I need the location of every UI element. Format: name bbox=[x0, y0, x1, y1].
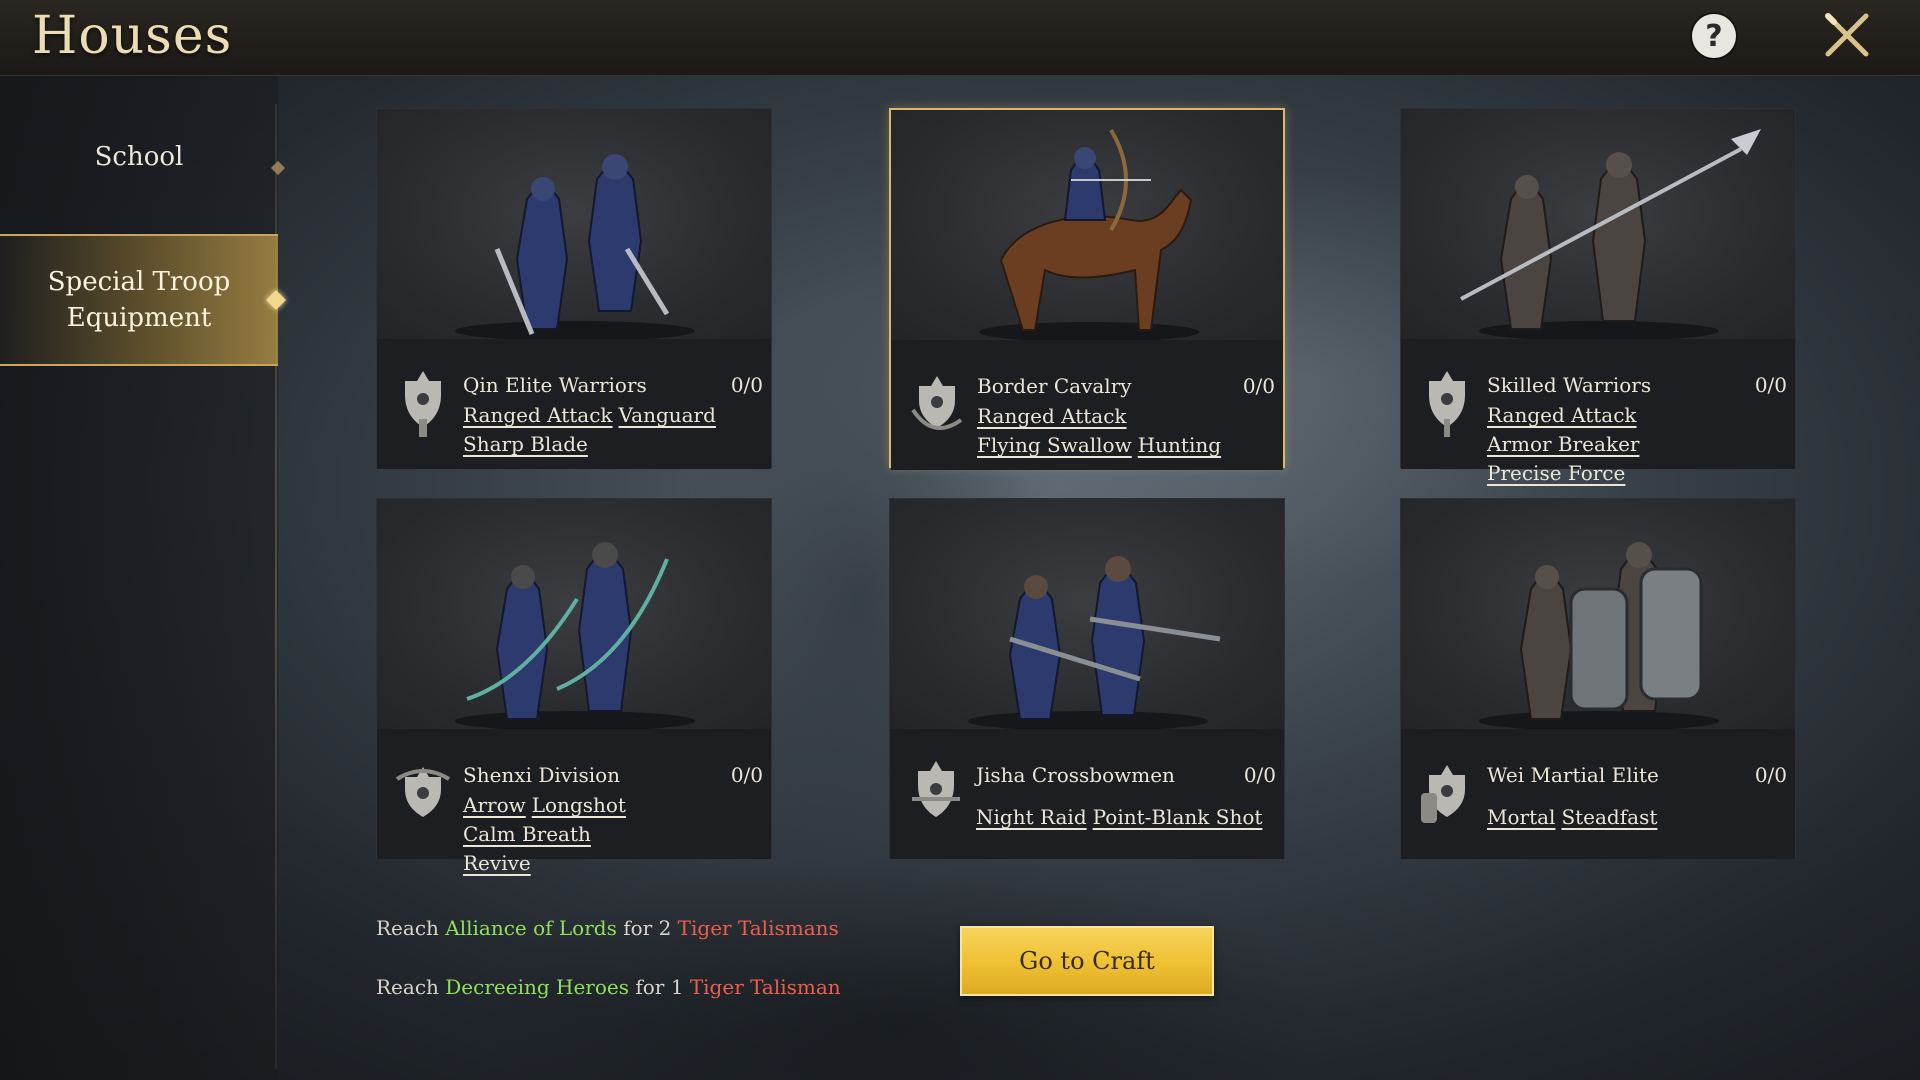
page-title: Houses bbox=[32, 6, 233, 66]
troop-count: 0/0 bbox=[730, 763, 763, 787]
go-to-craft-button[interactable]: Go to Craft bbox=[960, 926, 1214, 996]
trait-tag[interactable]: Ranged Attack bbox=[1487, 401, 1637, 430]
troop-info: Border Cavalry 0/0 Ranged Attack Flying S… bbox=[891, 340, 1283, 470]
reward-target: Decreeing Heroes bbox=[445, 975, 629, 999]
sidebar bbox=[0, 76, 278, 1080]
trait-list: Arrow LongshotCalm Breath Revive bbox=[463, 791, 763, 878]
trait-tag[interactable]: Night Raid bbox=[976, 803, 1087, 832]
trait-tag[interactable]: Calm Breath bbox=[463, 820, 591, 849]
trait-tag[interactable]: Steadfast bbox=[1561, 803, 1657, 832]
troop-card-qin-elite-warriors[interactable]: Qin Elite Warriors 0/0 Ranged Attack Vang… bbox=[376, 108, 772, 469]
reward-item: Tiger Talismans bbox=[677, 916, 839, 940]
reward-line: Reach Alliance of Lords for 2 Tiger Tali… bbox=[376, 916, 839, 940]
troop-info: Jisha Crossbowmen 0/0 Night Raid Point-Bl… bbox=[890, 729, 1284, 859]
reward-prefix: Reach bbox=[376, 975, 439, 999]
trait-tag[interactable]: Ranged Attack bbox=[463, 401, 613, 430]
troop-name: Border Cavalry bbox=[977, 374, 1132, 398]
header-bar: Houses ? bbox=[0, 0, 1920, 76]
troop-info: Shenxi Division 0/0 Arrow LongshotCalm Br… bbox=[377, 729, 771, 875]
help-icon[interactable]: ? bbox=[1692, 14, 1736, 58]
troop-type-emblem-icon bbox=[1429, 371, 1465, 437]
troop-type-emblem-icon bbox=[911, 376, 963, 430]
trait-tag[interactable]: Mortal bbox=[1487, 803, 1555, 832]
sidebar-item-school[interactable]: School bbox=[0, 122, 278, 192]
trait-tag[interactable]: Point-Blank Shot bbox=[1093, 803, 1263, 832]
trait-list: Mortal Steadfast bbox=[1487, 803, 1787, 832]
troop-card-border-cavalry[interactable]: Border Cavalry 0/0 Ranged Attack Flying S… bbox=[889, 108, 1285, 470]
troop-type-emblem-icon bbox=[1421, 765, 1465, 823]
troop-portrait bbox=[890, 499, 1284, 729]
troop-info: Qin Elite Warriors 0/0 Ranged Attack Vang… bbox=[377, 339, 771, 469]
troop-count: 0/0 bbox=[1242, 374, 1275, 398]
troop-type-emblem-icon bbox=[405, 371, 441, 437]
trait-tag[interactable]: Longshot bbox=[532, 791, 626, 820]
troop-name: Skilled Warriors bbox=[1487, 373, 1652, 397]
trait-tag[interactable]: Precise Force bbox=[1487, 459, 1625, 488]
troop-portrait bbox=[377, 109, 771, 339]
trait-tag[interactable]: Vanguard bbox=[619, 401, 716, 430]
troop-name: Wei Martial Elite bbox=[1487, 763, 1659, 787]
craft-button-label: Go to Craft bbox=[1019, 947, 1155, 975]
troop-count: 0/0 bbox=[730, 373, 763, 397]
troop-card-wei-martial-elite[interactable]: Wei Martial Elite 0/0 Mortal Steadfast bbox=[1400, 498, 1796, 859]
trait-list: Ranged Attack Flying Swallow Hunting bbox=[977, 402, 1277, 460]
troop-name: Jisha Crossbowmen bbox=[976, 763, 1175, 787]
troop-count: 0/0 bbox=[1754, 763, 1787, 787]
trait-tag[interactable]: Revive bbox=[463, 849, 531, 878]
trait-tag[interactable]: Hunting bbox=[1138, 431, 1221, 460]
reward-prefix: Reach bbox=[376, 916, 439, 940]
troop-card-jisha-crossbowmen[interactable]: Jisha Crossbowmen 0/0 Night Raid Point-Bl… bbox=[889, 498, 1285, 859]
troop-name: Shenxi Division bbox=[463, 763, 621, 787]
troop-count: 0/0 bbox=[1754, 373, 1787, 397]
troop-type-emblem-icon bbox=[395, 767, 451, 817]
troop-card-shenxi-division[interactable]: Shenxi Division 0/0 Arrow LongshotCalm Br… bbox=[376, 498, 772, 875]
troop-count: 0/0 bbox=[1243, 763, 1276, 787]
trait-tag[interactable]: Flying Swallow bbox=[977, 431, 1132, 460]
troop-type-emblem-icon bbox=[912, 761, 960, 817]
trait-list: Ranged Attack Vanguard Sharp Blade bbox=[463, 401, 763, 459]
troop-info: Wei Martial Elite 0/0 Mortal Steadfast bbox=[1401, 729, 1795, 859]
troop-portrait bbox=[1401, 109, 1795, 339]
trait-tag[interactable]: Ranged Attack bbox=[977, 402, 1127, 431]
reward-item: Tiger Talisman bbox=[689, 975, 841, 999]
reward-target: Alliance of Lords bbox=[445, 916, 617, 940]
trait-tag[interactable]: Arrow bbox=[463, 791, 526, 820]
troop-name: Qin Elite Warriors bbox=[463, 373, 647, 397]
troop-portrait bbox=[891, 110, 1283, 340]
sidebar-item-label: School bbox=[94, 142, 184, 172]
troop-card-skilled-warriors[interactable]: Skilled Warriors 0/0 Ranged Attack Armor … bbox=[1400, 108, 1796, 485]
trait-tag[interactable]: Armor Breaker bbox=[1487, 430, 1639, 459]
trait-list: Night Raid Point-Blank Shot bbox=[976, 803, 1276, 832]
sidebar-item-special-troop-equipment[interactable]: Special Troop Equipment bbox=[0, 234, 278, 366]
reward-line: Reach Decreeing Heroes for 1 Tiger Talis… bbox=[376, 975, 841, 999]
troop-info: Skilled Warriors 0/0 Ranged Attack Armor … bbox=[1401, 339, 1795, 485]
reward-mid: for 2 bbox=[623, 916, 672, 940]
sidebar-item-label: Special Troop Equipment bbox=[47, 267, 231, 333]
troop-portrait bbox=[377, 499, 771, 729]
trait-list: Ranged Attack Armor BreakerPrecise Force bbox=[1487, 401, 1787, 488]
trait-tag[interactable]: Sharp Blade bbox=[463, 430, 588, 459]
troop-portrait bbox=[1401, 499, 1795, 729]
close-icon[interactable] bbox=[1822, 10, 1872, 60]
reward-mid: for 1 bbox=[635, 975, 684, 999]
